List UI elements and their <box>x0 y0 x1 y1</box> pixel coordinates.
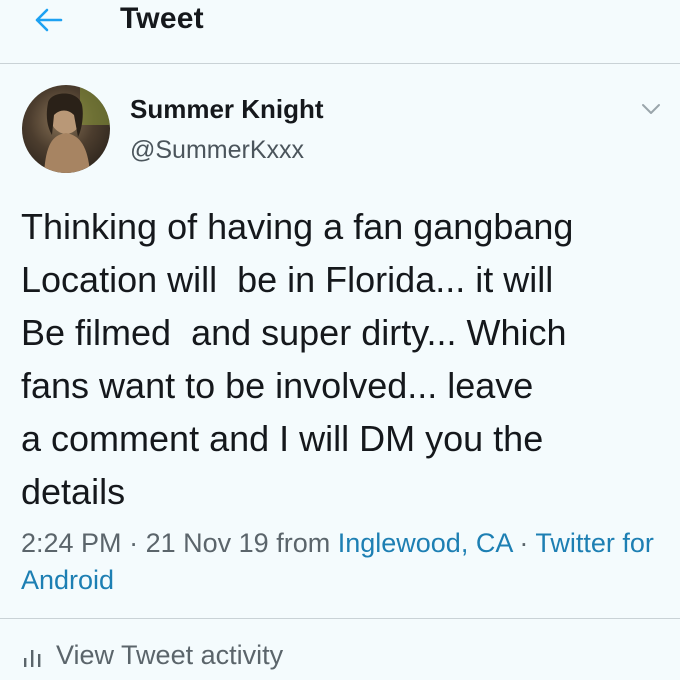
avatar[interactable] <box>22 85 110 173</box>
top-bar: Tweet <box>0 0 680 64</box>
activity-label: View Tweet activity <box>56 640 284 670</box>
divider <box>0 618 680 619</box>
meta-separator: · <box>129 528 139 558</box>
meta-separator: · <box>519 528 529 558</box>
chevron-down-icon <box>642 104 660 114</box>
page-title: Tweet <box>120 2 204 35</box>
view-tweet-activity-button[interactable]: View Tweet activity <box>22 640 283 671</box>
from-label: from <box>276 528 331 558</box>
tweet-metadata: 2:24 PM · 21 Nov 19 from Inglewood, CA ·… <box>21 525 671 599</box>
tweet-time[interactable]: 2:24 PM <box>21 528 122 558</box>
avatar-image <box>44 85 110 173</box>
back-button[interactable] <box>28 4 68 36</box>
arrow-left-icon <box>35 8 63 32</box>
more-options-button[interactable] <box>638 98 664 120</box>
tweet-text: Thinking of having a fan gangbang Locati… <box>21 206 574 512</box>
author-name[interactable]: Summer Knight <box>130 94 324 125</box>
author-handle[interactable]: @SummerKxxx <box>130 136 304 165</box>
tweet-date[interactable]: 21 Nov 19 <box>146 528 269 558</box>
bar-chart-icon <box>24 649 41 667</box>
location-link[interactable]: Inglewood, CA <box>338 528 512 558</box>
